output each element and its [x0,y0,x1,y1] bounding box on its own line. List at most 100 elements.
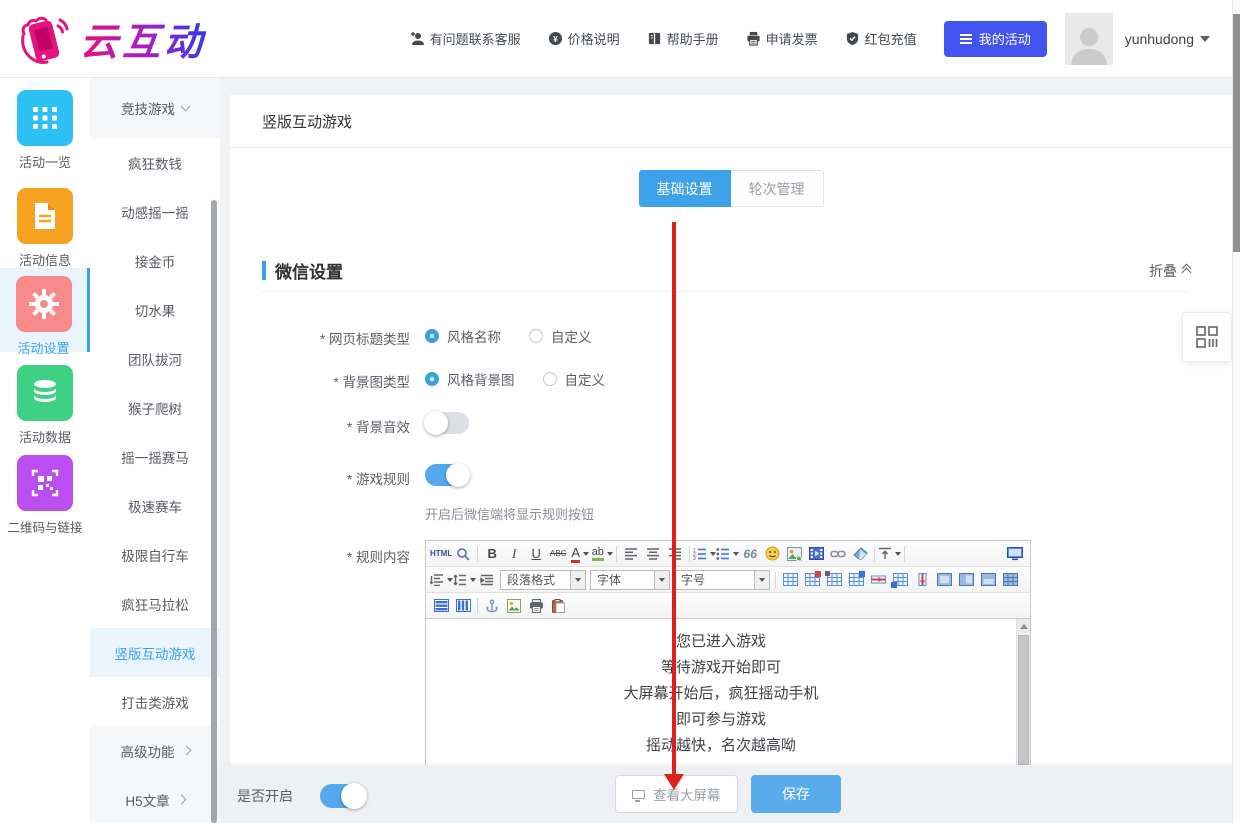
emoticon-button[interactable] [761,543,783,564]
sidebar-item-qrcode-links[interactable]: 二维码与链接 [0,455,90,536]
my-activities-button[interactable]: 我的活动 [944,21,1047,57]
tab-round-management[interactable]: 轮次管理 [731,170,824,207]
highlight-button[interactable]: ab [591,543,613,564]
table-fill-rows-button[interactable] [430,595,452,616]
delete-row-button[interactable] [867,569,889,590]
remove-format-button[interactable] [849,543,871,564]
table-header-button[interactable] [823,569,845,590]
sidebar-item-activity-overview[interactable]: 活动一览 [0,90,90,171]
delete-column-button[interactable] [911,569,933,590]
paragraph-spacing-button[interactable] [453,569,476,590]
preview-button[interactable] [452,543,474,564]
insert-column-button[interactable] [889,569,911,590]
italic-button[interactable]: I [503,543,525,564]
strikethrough-button[interactable]: ABC [547,543,569,564]
scroll-up-icon[interactable] [1017,619,1030,633]
paragraph-format-select[interactable]: 段落格式 [500,570,586,590]
radio-style-bg[interactable]: 风格背景图 [425,369,515,389]
insert-row-button[interactable] [845,569,867,590]
split-cell-button[interactable] [999,569,1021,590]
field-label-title-type: * 网页标题类型 [235,328,410,348]
game-item[interactable]: 极速赛车 [90,481,220,530]
bg-sound-toggle[interactable] [425,412,469,434]
page-scrollbar[interactable] [1232,0,1240,823]
game-item[interactable]: 切水果 [90,285,220,334]
wechat-settings-section-header: 微信设置 折叠 [262,250,1190,292]
sidebar-item-activity-settings[interactable]: 活动设置 [0,268,90,352]
game-item[interactable]: 接金币 [90,236,220,285]
games-category-competitive[interactable]: 竞技游戏 [90,78,220,138]
vertical-align-button[interactable] [878,543,901,564]
merge-down-button[interactable] [977,569,999,590]
game-item[interactable]: 猴子爬树 [90,383,220,432]
games-footer-advanced[interactable]: 高级功能 [90,726,220,775]
insert-image-button[interactable] [783,543,805,564]
games-footer-h5[interactable]: H5文章 [90,775,220,823]
radio-style-name[interactable]: 风格名称 [425,326,501,346]
tab-basic-settings[interactable]: 基础设置 [639,170,731,207]
person-plus-icon [409,31,425,47]
font-family-select[interactable]: 字体 [590,570,670,590]
ordered-list-button[interactable]: 123 [693,543,716,564]
radio-custom-bg[interactable]: 自定义 [543,369,606,389]
game-item[interactable]: 摇一摇赛马 [90,432,220,481]
line-height-button[interactable] [430,569,453,590]
nav-invoice[interactable]: 申请发票 [746,29,818,48]
fullscreen-button[interactable] [1004,543,1026,564]
game-item[interactable]: 团队拔河 [90,334,220,383]
sidebar-item-activity-data[interactable]: 活动数据 [0,365,90,446]
insert-video-button[interactable] [805,543,827,564]
image-map-button[interactable] [503,595,525,616]
page-scrollbar-thumb[interactable] [1233,14,1240,252]
align-left-button[interactable] [620,543,642,564]
game-item[interactable]: 打击类游戏 [90,677,220,726]
sidebar-item-activity-info[interactable]: 活动信息 [0,188,90,269]
section-title: 微信设置 [275,258,343,283]
bold-button[interactable]: B [481,543,503,564]
double-chevron-up-icon [1183,265,1190,276]
underline-button[interactable]: U [525,543,547,564]
icon-sidebar: 活动一览 活动信息 活动设置 活动数据 二维码与链接 [0,78,90,823]
games-scrollbar[interactable] [211,200,217,823]
font-color-button[interactable]: A [569,543,591,564]
align-center-button[interactable] [642,543,664,564]
radio-custom-title[interactable]: 自定义 [529,326,592,346]
game-item[interactable]: 疯狂数钱 [90,138,220,187]
game-item-selected[interactable]: 竖版互动游戏 [90,628,220,677]
paste-button[interactable] [547,595,569,616]
game-rules-toggle[interactable] [425,464,469,486]
nav-redpacket-recharge[interactable]: 红包充值 [845,29,917,48]
unordered-list-button[interactable] [716,543,739,564]
enable-toggle[interactable] [320,784,366,808]
game-item[interactable]: 极限自行车 [90,530,220,579]
blockquote-button[interactable]: 66 [739,543,761,564]
nav-help-manual[interactable]: 帮助手册 [647,29,719,48]
insert-table-button[interactable] [779,569,801,590]
merge-cells-button[interactable] [933,569,955,590]
radio-unchecked-icon [529,329,543,343]
table-fill-columns-button[interactable] [452,595,474,616]
avatar[interactable] [1065,13,1113,65]
editor-scrollbar-thumb[interactable] [1018,635,1029,765]
nav-contact-support[interactable]: 有问题联系客服 [409,29,521,48]
field-label-game-rules: * 游戏规则 [235,468,410,488]
font-size-select[interactable]: 字号 [674,570,770,590]
delete-table-button[interactable] [801,569,823,590]
user-menu[interactable]: yunhudong [1125,31,1210,47]
layout-widget-button[interactable] [1182,312,1232,362]
print-button[interactable] [525,595,547,616]
merge-right-button[interactable] [955,569,977,590]
radio-checked-icon [425,329,439,343]
game-item[interactable]: 疯狂马拉松 [90,579,220,628]
insert-link-button[interactable] [827,543,849,564]
indent-button[interactable] [476,569,498,590]
logo[interactable]: 云互动 [16,11,206,66]
collapse-button[interactable]: 折叠 [1149,261,1190,281]
save-button[interactable]: 保存 [751,775,841,813]
nav-pricing[interactable]: ¥ 价格说明 [548,29,620,48]
game-item[interactable]: 动感摇一摇 [90,187,220,236]
html-source-button[interactable]: HTML [430,543,452,564]
anchor-button[interactable] [481,595,503,616]
username: yunhudong [1125,31,1194,47]
chevron-right-icon [176,795,186,805]
